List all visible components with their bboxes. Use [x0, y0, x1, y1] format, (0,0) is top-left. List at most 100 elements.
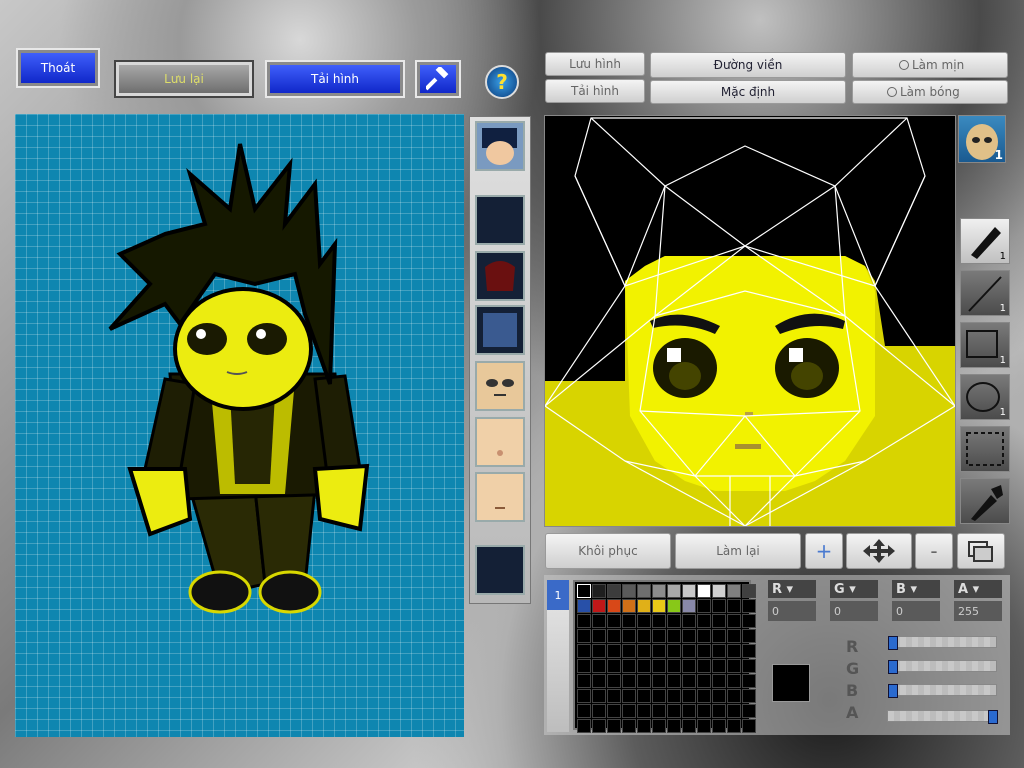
palette-color-cell[interactable]: [742, 719, 756, 733]
save-image-button[interactable]: Lưu hình: [545, 52, 645, 76]
part-slot-hair[interactable]: [475, 121, 525, 171]
palette-color-cell[interactable]: [697, 584, 711, 598]
alpha-value-input[interactable]: 255: [954, 601, 1002, 621]
palette-color-cell[interactable]: [682, 599, 696, 613]
palette-color-cell[interactable]: [622, 644, 636, 658]
green-slider[interactable]: [887, 660, 997, 674]
hammer-button[interactable]: [415, 60, 461, 98]
palette-color-cell[interactable]: [667, 704, 681, 718]
load-image-button[interactable]: Tải hình: [545, 79, 645, 103]
palette-color-cell[interactable]: [592, 629, 606, 643]
palette-color-cell[interactable]: [742, 599, 756, 613]
palette-color-cell[interactable]: [742, 644, 756, 658]
palette-color-cell[interactable]: [727, 704, 741, 718]
palette-color-cell[interactable]: [727, 629, 741, 643]
palette-color-cell[interactable]: [697, 674, 711, 688]
palette-color-cell[interactable]: [682, 689, 696, 703]
palette-color-cell[interactable]: [742, 614, 756, 628]
green-slider-thumb[interactable]: [888, 660, 898, 674]
palette-color-cell[interactable]: [712, 689, 726, 703]
palette-color-cell[interactable]: [667, 689, 681, 703]
palette-color-cell[interactable]: [592, 659, 606, 673]
pen-tool[interactable]: 1: [960, 218, 1010, 264]
palette-color-cell[interactable]: [742, 674, 756, 688]
palette-color-cell[interactable]: [712, 629, 726, 643]
palette-color-cell[interactable]: [727, 659, 741, 673]
palette-color-cell[interactable]: [637, 629, 651, 643]
palette-color-cell[interactable]: [637, 599, 651, 613]
palette-color-cell[interactable]: [652, 659, 666, 673]
palette-color-cell[interactable]: [652, 704, 666, 718]
palette-color-cell[interactable]: [622, 584, 636, 598]
red-slider[interactable]: [887, 636, 997, 650]
blue-channel-header[interactable]: B ▾: [892, 580, 940, 598]
palette-color-cell[interactable]: [667, 719, 681, 733]
exit-button[interactable]: Thoát: [16, 48, 100, 88]
palette-color-cell[interactable]: [592, 584, 606, 598]
palette-color-cell[interactable]: [592, 689, 606, 703]
palette-color-cell[interactable]: [682, 584, 696, 598]
palette-color-cell[interactable]: [697, 644, 711, 658]
palette-color-cell[interactable]: [652, 719, 666, 733]
part-slot-empty[interactable]: [475, 545, 525, 595]
palette-color-cell[interactable]: [577, 674, 591, 688]
part-slot-empty[interactable]: [475, 195, 525, 245]
palette-color-cell[interactable]: [727, 674, 741, 688]
palette-color-cell[interactable]: [577, 704, 591, 718]
palette-color-cell[interactable]: [742, 689, 756, 703]
palette-color-cell[interactable]: [697, 629, 711, 643]
palette-color-cell[interactable]: [667, 584, 681, 598]
alpha-slider-thumb[interactable]: [988, 710, 998, 724]
palette-color-cell[interactable]: [667, 599, 681, 613]
part-slot-face[interactable]: [475, 361, 525, 411]
palette-color-cell[interactable]: [667, 629, 681, 643]
palette-color-cell[interactable]: [682, 659, 696, 673]
palette-color-cell[interactable]: [637, 704, 651, 718]
palette-color-cell[interactable]: [712, 719, 726, 733]
red-slider-thumb[interactable]: [888, 636, 898, 650]
help-button[interactable]: ?: [485, 65, 519, 99]
palette-color-cell[interactable]: [652, 614, 666, 628]
shade-toggle[interactable]: Làm bóng: [852, 80, 1008, 104]
palette-color-cell[interactable]: [652, 644, 666, 658]
character-preview-canvas[interactable]: [15, 114, 464, 737]
palette-color-cell[interactable]: [712, 644, 726, 658]
part-slot-hat[interactable]: [475, 251, 525, 301]
palette-color-cell[interactable]: [667, 659, 681, 673]
palette-color-cell[interactable]: [607, 689, 621, 703]
reload-button[interactable]: Tải hình: [265, 60, 405, 98]
eyedropper-tool[interactable]: [960, 478, 1010, 524]
palette-color-cell[interactable]: [577, 614, 591, 628]
palette-color-cell[interactable]: [652, 629, 666, 643]
palette-color-cell[interactable]: [712, 674, 726, 688]
palette-color-cell[interactable]: [592, 614, 606, 628]
palette-color-cell[interactable]: [577, 644, 591, 658]
palette-color-cell[interactable]: [607, 629, 621, 643]
palette-color-cell[interactable]: [637, 674, 651, 688]
palette-color-cell[interactable]: [577, 629, 591, 643]
palette-color-cell[interactable]: [742, 659, 756, 673]
palette-color-cell[interactable]: [667, 614, 681, 628]
palette-color-cell[interactable]: [697, 599, 711, 613]
palette-color-cell[interactable]: [607, 704, 621, 718]
palette-color-cell[interactable]: [697, 719, 711, 733]
blue-slider[interactable]: [887, 684, 997, 698]
palette-color-cell[interactable]: [697, 659, 711, 673]
palette-color-cell[interactable]: [607, 659, 621, 673]
palette-color-cell[interactable]: [682, 704, 696, 718]
rectangle-tool[interactable]: 1: [960, 322, 1010, 368]
palette-color-cell[interactable]: [607, 674, 621, 688]
line-tool[interactable]: 1: [960, 270, 1010, 316]
outline-button[interactable]: Đường viền: [650, 52, 846, 78]
alpha-slider[interactable]: [887, 710, 998, 724]
part-slot-skin[interactable]: [475, 417, 525, 467]
palette-color-cell[interactable]: [712, 659, 726, 673]
move-button[interactable]: [846, 533, 912, 569]
palette-color-cell[interactable]: [622, 704, 636, 718]
palette-color-cell[interactable]: [742, 584, 756, 598]
palette-color-cell[interactable]: [742, 629, 756, 643]
blue-slider-thumb[interactable]: [888, 684, 898, 698]
palette-color-cell[interactable]: [592, 719, 606, 733]
palette-tab-1[interactable]: 1: [547, 580, 569, 610]
palette-color-cell[interactable]: [622, 659, 636, 673]
